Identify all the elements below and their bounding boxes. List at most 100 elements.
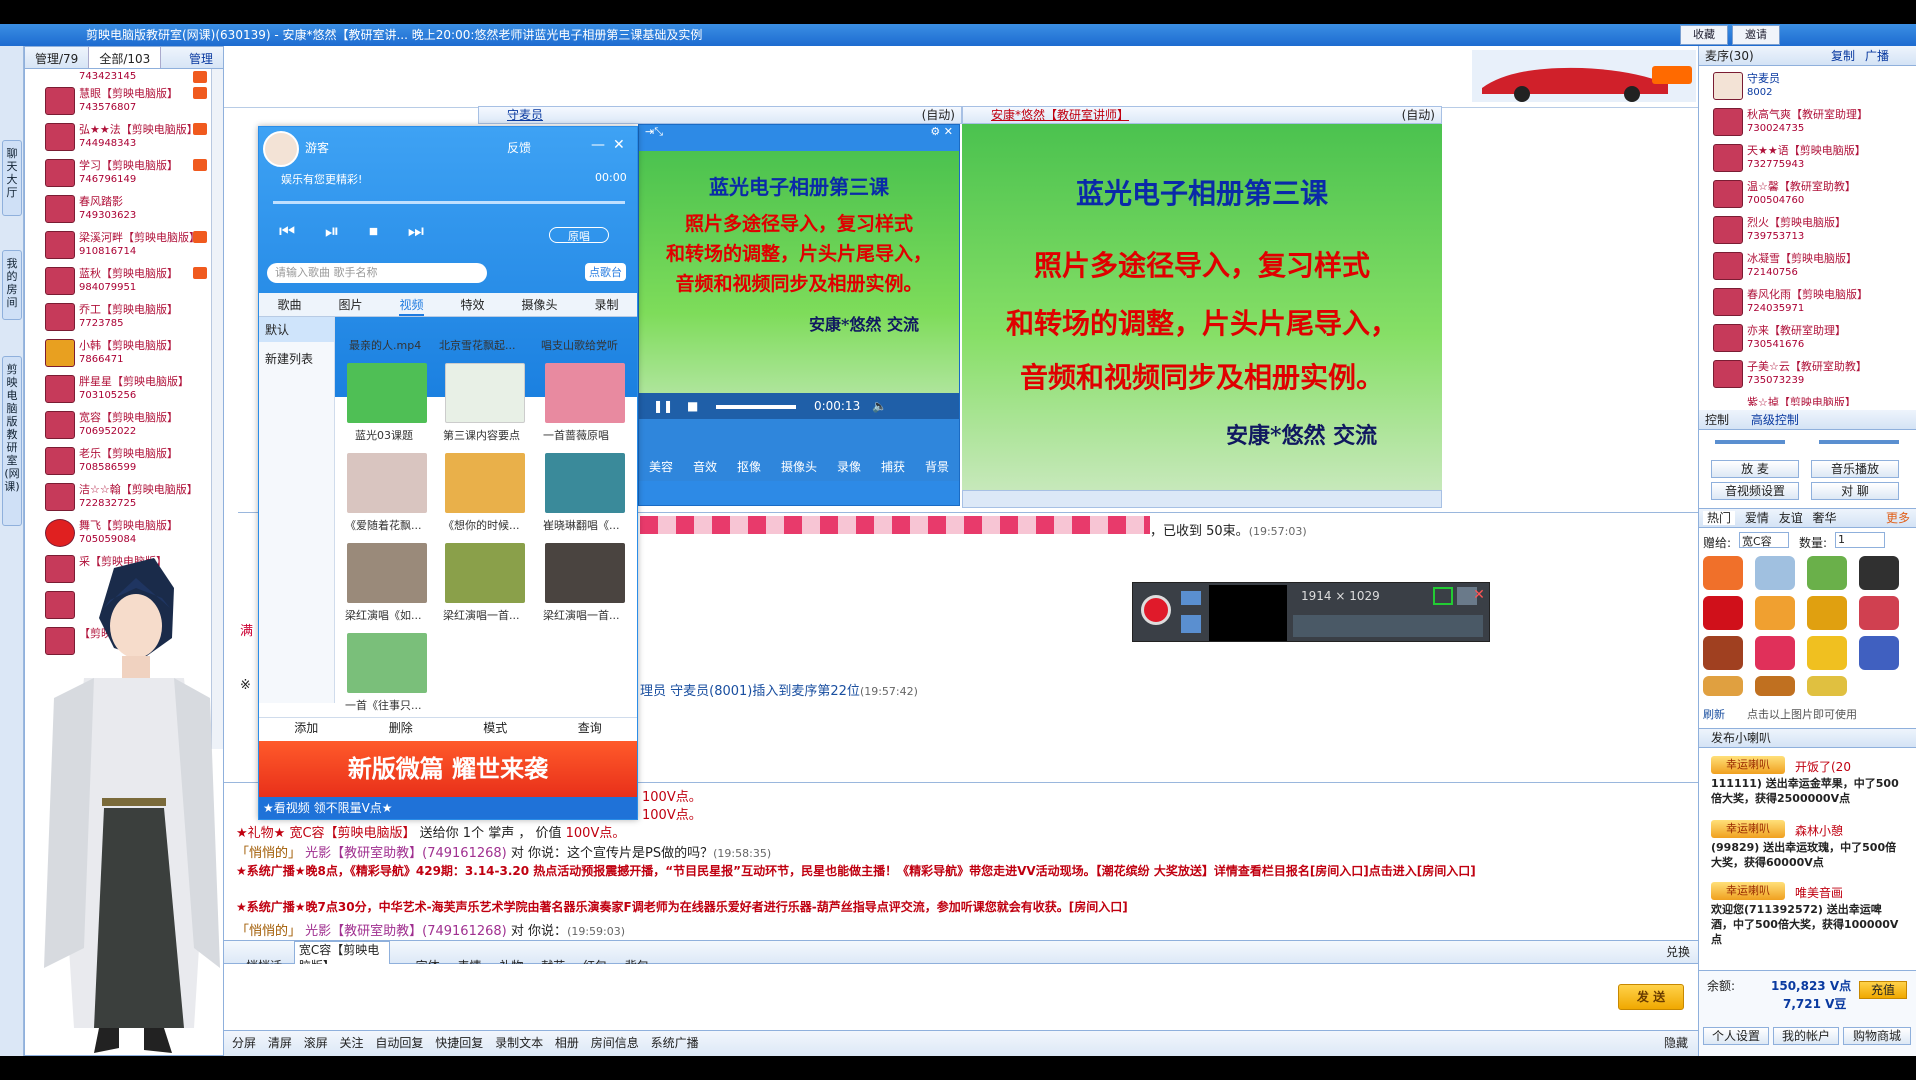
gift-item[interactable] <box>1807 556 1847 590</box>
gift-item[interactable] <box>1807 636 1847 670</box>
user-row[interactable]: 梁溪河畔【剪映电脑版】 910816714 <box>25 227 213 263</box>
private-chat-button[interactable]: 对 聊 <box>1811 482 1899 500</box>
user-row[interactable]: 蓝秋【剪映电脑版】 984079951 <box>25 263 213 299</box>
tab-managers[interactable]: 管理/79 <box>25 47 90 68</box>
minimize-icon[interactable]: — <box>591 137 605 153</box>
split-screen[interactable]: 分屏 <box>232 1036 256 1050</box>
copy-link[interactable]: 复制 <box>1831 46 1855 66</box>
record-button[interactable] <box>1141 595 1171 625</box>
user-row[interactable]: 小韩【剪映电脑版】 7866471 <box>25 335 213 371</box>
exchange-button[interactable]: 兑换 <box>1666 941 1690 963</box>
add-button[interactable]: 添加 <box>294 718 318 737</box>
queue-row[interactable]: 亦来【教研室助理】 730541676 <box>1699 320 1887 356</box>
video-progress[interactable] <box>716 404 797 409</box>
gift-more-link[interactable]: 更多 <box>1886 509 1910 527</box>
gift-item[interactable] <box>1755 636 1795 670</box>
user-row[interactable]: 慧眼【剪映电脑版】 743576807 <box>25 83 213 119</box>
room-info[interactable]: 房间信息 <box>591 1036 639 1050</box>
video-thumb[interactable] <box>347 633 427 693</box>
video-thumb[interactable] <box>545 363 625 423</box>
car-ad-banner[interactable] <box>1472 50 1696 102</box>
tool-record[interactable]: 录像 <box>837 458 861 475</box>
tab-camera[interactable]: 摄像头 <box>521 293 557 316</box>
control-tab[interactable]: 控制 <box>1705 413 1729 427</box>
user-row[interactable]: 舞飞【剪映电脑版】 705059084 <box>25 515 213 551</box>
close-icon[interactable]: ✕ <box>1469 587 1489 605</box>
player-progress[interactable] <box>273 201 625 204</box>
promo-sub[interactable]: ★看视频 领不限量V点★ <box>259 797 637 819</box>
gift-item[interactable] <box>1703 556 1743 590</box>
refresh-link[interactable]: 刷新 <box>1703 706 1725 722</box>
gift-tab-friend[interactable]: 友谊 <box>1779 511 1803 525</box>
music-play-button[interactable]: 音乐播放 <box>1811 460 1899 478</box>
tab-my-room[interactable]: 我的房间 <box>2 250 22 320</box>
queue-row[interactable]: 秋高气爽【教研室助理】 730024735 <box>1699 104 1887 140</box>
speaker-volume-slider[interactable] <box>1819 440 1899 444</box>
manage-link[interactable]: 管理 <box>179 47 223 68</box>
horn-header[interactable]: 发布小喇叭 <box>1699 728 1916 748</box>
record-text[interactable]: 录制文本 <box>495 1036 543 1050</box>
gift-item[interactable] <box>1755 556 1795 590</box>
quick-reply[interactable]: 快捷回复 <box>435 1036 483 1050</box>
tab-lobby[interactable]: 聊天大厅 <box>2 140 22 216</box>
clear-screen[interactable]: 清屏 <box>268 1036 292 1050</box>
gift-item[interactable] <box>1807 676 1847 696</box>
user-row[interactable]: 学习【剪映电脑版】 746796149 <box>25 155 213 191</box>
gift-tab-love[interactable]: 爱情 <box>1745 511 1769 525</box>
tool-cutout[interactable]: 抠像 <box>737 458 761 475</box>
auto-reply[interactable]: 自动回复 <box>375 1036 423 1050</box>
queue-row[interactable]: 温☆馨【教研室助教】 700504760 <box>1699 176 1887 212</box>
tab-all-users[interactable]: 全部/103 <box>89 47 162 68</box>
feedback-link[interactable]: 反馈 <box>507 139 531 156</box>
tab-record[interactable]: 录制 <box>594 293 618 316</box>
user-row[interactable]: 乔工【剪映电脑版】 7723785 <box>25 299 213 335</box>
gift-item[interactable] <box>1755 596 1795 630</box>
follow[interactable]: 关注 <box>340 1036 364 1050</box>
quantity-select[interactable]: 1 <box>1835 532 1885 548</box>
tab-current-room[interactable]: 剪映电脑版教研室(网课) <box>2 356 22 526</box>
close-icon[interactable]: ✕ <box>613 137 625 153</box>
queue-row[interactable]: 天★★语【剪映电脑版】 732775943 <box>1699 140 1887 176</box>
gift-item[interactable] <box>1859 556 1899 590</box>
video-thumb[interactable] <box>545 543 625 603</box>
mic-host-name[interactable]: 守麦员 <box>507 108 543 122</box>
delete-button[interactable]: 删除 <box>389 718 413 737</box>
my-account-button[interactable]: 我的帐户 <box>1773 1027 1839 1045</box>
shop-button[interactable]: 购物商城 <box>1843 1027 1911 1045</box>
promo-banner[interactable]: 新版微篇 耀世来袭 <box>259 741 637 797</box>
favorite-button[interactable]: 收藏 <box>1680 25 1728 45</box>
gift-item[interactable] <box>1703 636 1743 670</box>
gift-item[interactable] <box>1807 596 1847 630</box>
gift-tab-luxury[interactable]: 奢华 <box>1813 511 1837 525</box>
gift-item[interactable] <box>1859 596 1899 630</box>
video-thumb[interactable] <box>347 543 427 603</box>
hide-button[interactable]: 隐藏 <box>1664 1031 1688 1055</box>
queue-row[interactable]: 子美☆云【教研室助教】 735073239 <box>1699 356 1887 392</box>
volume-icon[interactable]: 🔈 <box>872 399 887 413</box>
recharge-button[interactable]: 充值 <box>1859 981 1907 999</box>
query-button[interactable]: 查询 <box>578 718 602 737</box>
album[interactable]: 相册 <box>555 1036 579 1050</box>
original-toggle[interactable]: 原唱 <box>549 227 609 243</box>
gift-item[interactable] <box>1703 676 1743 696</box>
user-row[interactable]: 宽容【剪映电脑版】 706952022 <box>25 407 213 443</box>
player-controls[interactable]: ⏮ ⏯ ⏹ ⏭ <box>279 221 436 242</box>
camera-icon[interactable] <box>1181 591 1201 605</box>
video-icon-bar[interactable] <box>962 490 1442 508</box>
queue-row[interactable]: 守麦员 8002 <box>1699 68 1887 104</box>
give-target-select[interactable]: 宽C容 <box>1739 532 1789 548</box>
tool-capture[interactable]: 捕获 <box>881 458 905 475</box>
user-row[interactable]: 弘★★法【剪映电脑版】 744948343 <box>25 119 213 155</box>
queue-row[interactable]: 春风化雨【剪映电脑版】 724035971 <box>1699 284 1887 320</box>
advanced-control-tab[interactable]: 高级控制 <box>1751 413 1799 427</box>
tab-pictures[interactable]: 图片 <box>338 293 362 316</box>
region-icon[interactable] <box>1433 587 1453 605</box>
personal-settings-button[interactable]: 个人设置 <box>1703 1027 1769 1045</box>
user-row[interactable]: 春风踏影 749303623 <box>25 191 213 227</box>
video-thumb[interactable] <box>445 363 525 423</box>
tab-effects[interactable]: 特效 <box>460 293 484 316</box>
scroll-screen[interactable]: 滚屏 <box>304 1036 328 1050</box>
user-row[interactable]: 洁☆☆翰【剪映电脑版】 722832725 <box>25 479 213 515</box>
song-search-input[interactable]: 请输入歌曲 歌手名称 <box>267 263 487 283</box>
gift-item[interactable] <box>1755 676 1795 696</box>
